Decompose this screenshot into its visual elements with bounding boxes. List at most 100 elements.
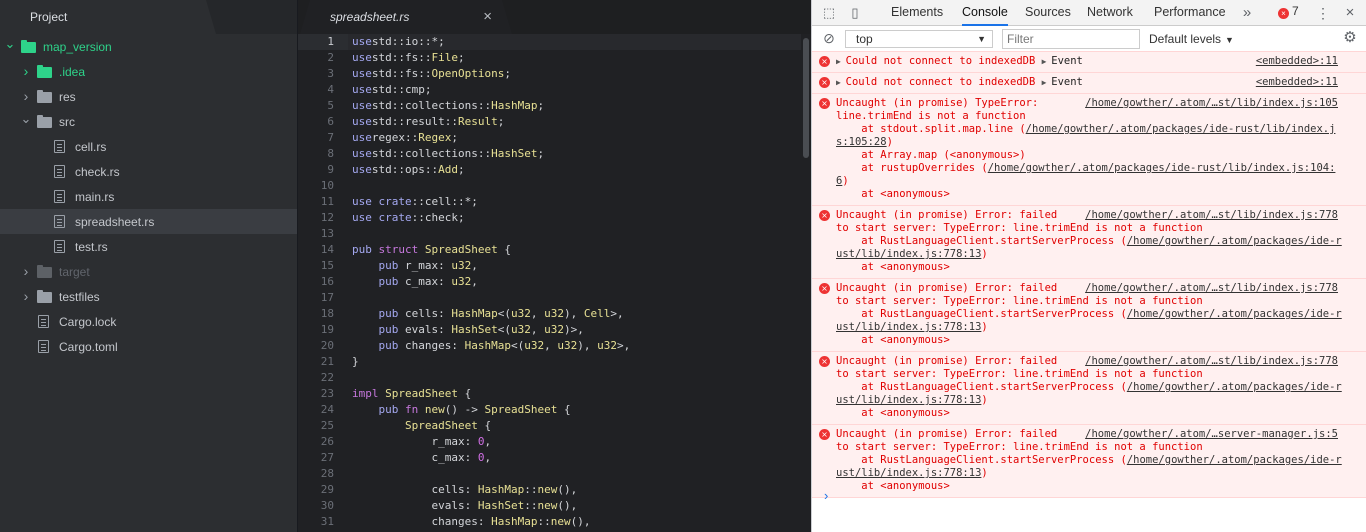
context-select[interactable]: top ▼	[845, 30, 993, 48]
code-token: use	[352, 163, 372, 176]
inspect-element-icon[interactable]: ⬚	[821, 5, 837, 21]
line-number: 9	[327, 163, 334, 176]
tree-file-row[interactable]: Cargo.toml	[0, 334, 297, 359]
code-token: ,	[471, 259, 478, 272]
tree-folder-row[interactable]: › res	[0, 84, 297, 109]
event-object[interactable]: Event	[1051, 76, 1083, 88]
editor-scrollbar[interactable]	[803, 38, 809, 158]
error-count-badge[interactable]: × 7	[1278, 4, 1299, 19]
console-error-message[interactable]: × Uncaught (in promise) Error: failed to …	[812, 424, 1366, 498]
message-text: Could not connect to indexedDB	[845, 76, 1042, 88]
code-token: {	[504, 243, 511, 256]
tab-performance[interactable]: Performance	[1154, 0, 1226, 26]
tree-file-row[interactable]: cell.rs	[0, 134, 297, 159]
console-error-message[interactable]: × ▶ Could not connect to indexedDB ▶ Even…	[812, 72, 1366, 94]
code-token: <(	[510, 339, 525, 352]
line-number: 13	[320, 227, 334, 240]
tab-spreadsheet-rs[interactable]: spreadsheet.rs ×	[300, 0, 512, 34]
code-line: pub evals: HashSet<(u32, u32)>,	[352, 322, 801, 338]
tree-folder-row[interactable]: › .idea	[0, 59, 297, 84]
tree-file-row[interactable]: main.rs	[0, 184, 297, 209]
chevron-right-icon[interactable]: ›	[20, 63, 32, 79]
tree-file-row[interactable]: test.rs	[0, 234, 297, 259]
code-token: HashMap	[451, 307, 498, 320]
code-token: u32	[544, 307, 564, 320]
source-link[interactable]: <embedded>:11	[1256, 55, 1338, 68]
code-token: >,	[610, 307, 624, 320]
code-line: usestd::collections::HashSet;	[352, 146, 801, 162]
chevron-down-icon[interactable]: ⌄	[20, 111, 32, 127]
code-token: File	[431, 51, 458, 64]
filter-input[interactable]	[1002, 29, 1140, 49]
tree-file-row[interactable]: check.rs	[0, 159, 297, 184]
source-link[interactable]: <embedded>:11	[1256, 76, 1338, 89]
close-devtools-icon[interactable]: ×	[1342, 5, 1358, 21]
tree-item-label: src	[59, 114, 75, 129]
code-token: use	[352, 195, 372, 208]
gear-icon[interactable]: ⚙	[1342, 30, 1358, 46]
console-error-message[interactable]: × Uncaught (in promise) Error: failed to …	[812, 351, 1366, 425]
console-prompt-icon[interactable]: ›	[824, 488, 828, 503]
close-tab-icon[interactable]: ×	[483, 0, 492, 34]
code-token: SpreadSheet	[484, 403, 558, 416]
source-link[interactable]: /home/gowther/.atom/…st/lib/index.js:778	[1085, 209, 1338, 222]
tree-folder-row[interactable]: › testfiles	[0, 284, 297, 309]
kebab-menu-icon[interactable]: ⋮	[1315, 5, 1331, 21]
tab-elements[interactable]: Elements	[891, 0, 943, 26]
code-line: use crate::check;	[352, 210, 801, 226]
folder-icon	[37, 115, 52, 128]
console-error-message[interactable]: × Uncaught (in promise) TypeError: line.t…	[812, 93, 1366, 206]
tab-project[interactable]: Project	[0, 0, 216, 34]
code-token: cells:	[405, 307, 452, 320]
log-levels-dropdown[interactable]: Default levels ▼	[1149, 26, 1234, 53]
code-token: std::cmp;	[371, 83, 432, 96]
code-area[interactable]: usestd::io::*; usestd::fs::File; usestd::f…	[352, 34, 801, 532]
source-link[interactable]: /home/gowther/.atom/…server-manager.js:5	[1085, 428, 1338, 441]
code-token: r_max:	[405, 259, 452, 272]
chevron-right-icon[interactable]: ›	[20, 263, 32, 279]
device-toolbar-icon[interactable]: ▯	[847, 5, 863, 21]
tree-folder-row[interactable]: › target	[0, 259, 297, 284]
code-token: HashSet	[451, 323, 498, 336]
code-token: <(	[497, 307, 511, 320]
tab-console[interactable]: Console	[962, 0, 1008, 26]
console-error-message[interactable]: × ▶ Could not connect to indexedDB ▶ Even…	[812, 51, 1366, 73]
code-token: }	[352, 355, 359, 368]
source-link[interactable]: /home/gowther/.atom/…st/lib/index.js:778	[1085, 355, 1338, 368]
tab-sources[interactable]: Sources	[1025, 0, 1071, 26]
editor-tab-bar: spreadsheet.rs ×	[298, 0, 811, 34]
event-object[interactable]: Event	[1051, 55, 1083, 67]
clear-console-icon[interactable]: ⊘	[821, 30, 837, 46]
console-error-message[interactable]: × Uncaught (in promise) Error: failed to …	[812, 278, 1366, 352]
line-number: 7	[327, 131, 334, 144]
chevron-right-icon[interactable]: ›	[20, 88, 32, 104]
source-link[interactable]: /home/gowther/.atom/…st/lib/index.js:105	[1085, 97, 1338, 110]
folder-icon	[37, 265, 52, 278]
expand-triangle-icon[interactable]: ▶	[836, 78, 846, 87]
expand-triangle-icon[interactable]: ▶	[1042, 78, 1052, 87]
line-number: 25	[320, 419, 334, 432]
tree-folder-row[interactable]: ⌄ src	[0, 109, 297, 134]
code-token: evals:	[431, 499, 478, 512]
more-tabs-icon[interactable]: »	[1239, 5, 1255, 21]
code-line: pub cells: HashMap<(u32, u32), Cell>,	[352, 306, 801, 322]
tree-folder-row[interactable]: ⌄ map_version	[0, 34, 297, 59]
tree-file-row[interactable]: Cargo.lock	[0, 309, 297, 334]
code-line: pub c_max: u32,	[352, 274, 801, 290]
console-error-message[interactable]: × Uncaught (in promise) Error: failed to …	[812, 205, 1366, 279]
code-token: {	[464, 387, 472, 400]
code-token: ;	[457, 163, 465, 176]
chevron-down-icon[interactable]: ⌄	[4, 36, 16, 52]
tree-file-row[interactable]: spreadsheet.rs	[0, 209, 297, 234]
file-icon	[54, 140, 65, 153]
line-number: 19	[320, 323, 334, 336]
chevron-right-icon[interactable]: ›	[20, 288, 32, 304]
tab-network[interactable]: Network	[1087, 0, 1133, 26]
expand-triangle-icon[interactable]: ▶	[1042, 57, 1052, 66]
expand-triangle-icon[interactable]: ▶	[836, 57, 846, 66]
source-link[interactable]: /home/gowther/.atom/…st/lib/index.js:778	[1085, 282, 1338, 295]
code-token: u32	[451, 275, 472, 288]
